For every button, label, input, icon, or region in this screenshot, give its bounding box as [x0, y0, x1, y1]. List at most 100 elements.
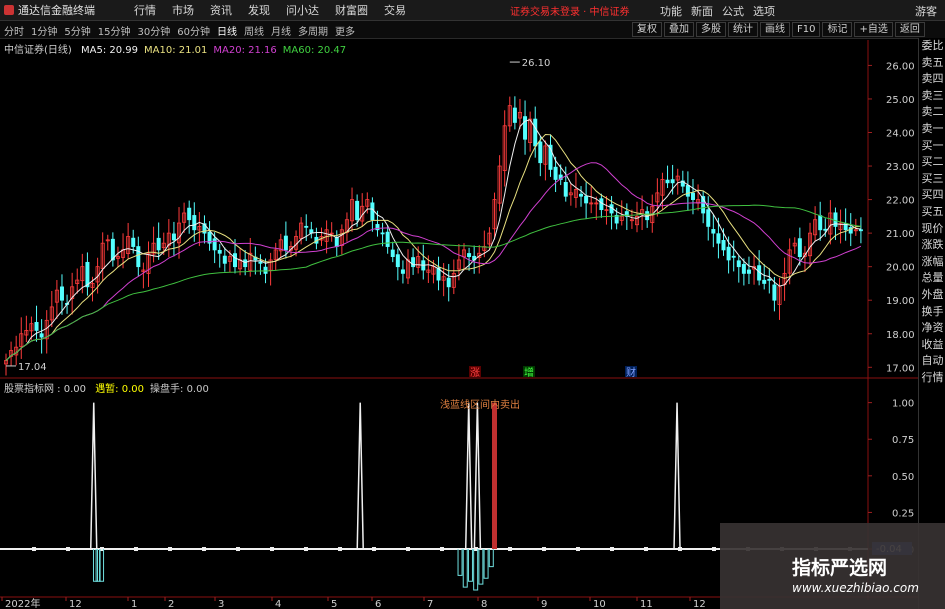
login-notice[interactable]: 证券交易未登录 · 中信证券 — [510, 3, 630, 18]
price-tick-label: 26.00 — [886, 61, 915, 72]
candle-body — [416, 256, 421, 268]
indicator-value: 操盘手: 0.00 — [150, 384, 209, 395]
tool-button[interactable]: 画线 — [760, 22, 790, 37]
period-tab[interactable]: 多周期 — [298, 23, 328, 38]
candle-body — [411, 257, 416, 268]
menu-item[interactable]: 发现 — [240, 2, 278, 18]
side-tab[interactable]: 卖二 — [919, 104, 945, 121]
tool-button[interactable]: 复权 — [632, 22, 662, 37]
candle-body — [24, 329, 29, 336]
candle-body — [741, 264, 746, 274]
candle-body — [660, 179, 665, 196]
tool-button[interactable]: +自选 — [854, 22, 893, 37]
side-tab[interactable]: 总量 — [919, 270, 945, 287]
candle-body — [431, 266, 436, 275]
candle-body — [716, 233, 721, 244]
candle-body — [334, 236, 339, 247]
side-tab[interactable]: 现价 — [919, 221, 945, 238]
right-menu-item[interactable]: 选项 — [753, 3, 775, 19]
side-tab[interactable]: 卖一 — [919, 121, 945, 138]
indicator-dot — [270, 547, 274, 552]
side-tab[interactable]: 买四 — [919, 187, 945, 204]
candle-body — [217, 249, 222, 254]
candle-body — [467, 253, 472, 258]
menu-item[interactable]: 行情 — [126, 2, 164, 18]
side-tab[interactable]: 行情 — [919, 370, 945, 387]
candle-body — [115, 256, 120, 259]
side-tab[interactable]: 买三 — [919, 171, 945, 188]
candle-body — [146, 252, 151, 274]
ma60-line — [5, 204, 861, 361]
candle-body — [528, 118, 533, 143]
candle-body — [34, 322, 39, 331]
right-menu-item[interactable]: 公式 — [722, 3, 744, 19]
tool-button[interactable]: 叠加 — [664, 22, 694, 37]
candle-body — [848, 227, 853, 234]
period-tab[interactable]: 月线 — [271, 23, 291, 38]
menu-item[interactable]: 财富圈 — [327, 2, 376, 18]
right-menu-item[interactable]: 功能 — [660, 3, 682, 19]
menu-item[interactable]: 市场 — [164, 2, 202, 18]
period-tab[interactable]: 日线 — [217, 23, 237, 38]
menu-item[interactable]: 交易 — [376, 2, 414, 18]
candle-body — [823, 228, 828, 231]
ma5-line — [5, 119, 861, 361]
candle-body — [238, 259, 243, 270]
candle-body — [192, 215, 197, 231]
period-tab[interactable]: 30分钟 — [137, 23, 170, 38]
side-tab[interactable]: 换手 — [919, 304, 945, 321]
indicator-value: 遇暂: 0.00 — [95, 384, 145, 395]
candle-body — [344, 219, 349, 233]
candle-body — [75, 279, 80, 285]
price-tick-label: 21.00 — [886, 229, 915, 240]
period-tab[interactable]: 周线 — [244, 23, 264, 38]
candle-body — [512, 107, 517, 123]
tool-button[interactable]: 多股 — [696, 22, 726, 37]
candle-body — [573, 189, 578, 198]
watermark-box: 指标严选网 www.xuezhibiao.com — [720, 523, 945, 609]
side-tab[interactable]: 买一 — [919, 138, 945, 155]
candle-body — [828, 212, 833, 235]
candle-body — [278, 239, 283, 252]
tool-button[interactable]: F10 — [792, 22, 821, 37]
guest-label[interactable]: 游客 — [915, 3, 937, 19]
x-tick-label: 2022年 — [5, 597, 40, 609]
candle-body — [171, 233, 176, 241]
side-tab[interactable]: 涨跌 — [919, 237, 945, 254]
indicator-dot — [32, 547, 36, 552]
period-tab[interactable]: 更多 — [335, 23, 355, 38]
period-tab[interactable]: 60分钟 — [177, 23, 210, 38]
menu-item[interactable]: 问小达 — [278, 2, 327, 18]
side-tab[interactable]: 外盘 — [919, 287, 945, 304]
candle-body — [487, 232, 492, 245]
indicator-tick-label: 0.75 — [892, 435, 914, 446]
period-tab[interactable]: 分时 — [4, 23, 24, 38]
candle-body — [640, 209, 645, 215]
tool-button[interactable]: 标记 — [822, 22, 853, 37]
right-menu-item[interactable]: 新面 — [691, 3, 713, 19]
candle-body — [299, 222, 304, 239]
tool-button[interactable]: 统计 — [728, 22, 758, 37]
period-tab[interactable]: 1分钟 — [31, 23, 57, 38]
side-tab[interactable]: 委比 — [919, 38, 945, 55]
side-tab[interactable]: 卖四 — [919, 71, 945, 88]
candle-body — [624, 211, 629, 217]
period-tab[interactable]: 5分钟 — [64, 23, 90, 38]
period-tab[interactable]: 15分钟 — [98, 23, 131, 38]
candle-body — [461, 249, 466, 258]
candle-body — [594, 202, 599, 205]
menu-item[interactable]: 资讯 — [202, 2, 240, 18]
candle-body — [202, 223, 207, 234]
side-tab[interactable]: 买五 — [919, 204, 945, 221]
indicator-dot — [236, 547, 240, 552]
side-tab[interactable]: 涨幅 — [919, 254, 945, 271]
side-tab[interactable]: 卖五 — [919, 55, 945, 72]
tool-button[interactable]: 返回 — [894, 22, 925, 37]
side-tab[interactable]: 收益 — [919, 337, 945, 354]
side-tab[interactable]: 买二 — [919, 154, 945, 171]
side-tab[interactable]: 净资 — [919, 320, 945, 337]
candle-body — [29, 323, 34, 332]
side-tab[interactable]: 卖三 — [919, 88, 945, 105]
price-chart[interactable]: 26.0025.0024.0023.0022.0021.0020.0019.00… — [0, 0, 945, 609]
side-tab[interactable]: 自动 — [919, 353, 945, 370]
